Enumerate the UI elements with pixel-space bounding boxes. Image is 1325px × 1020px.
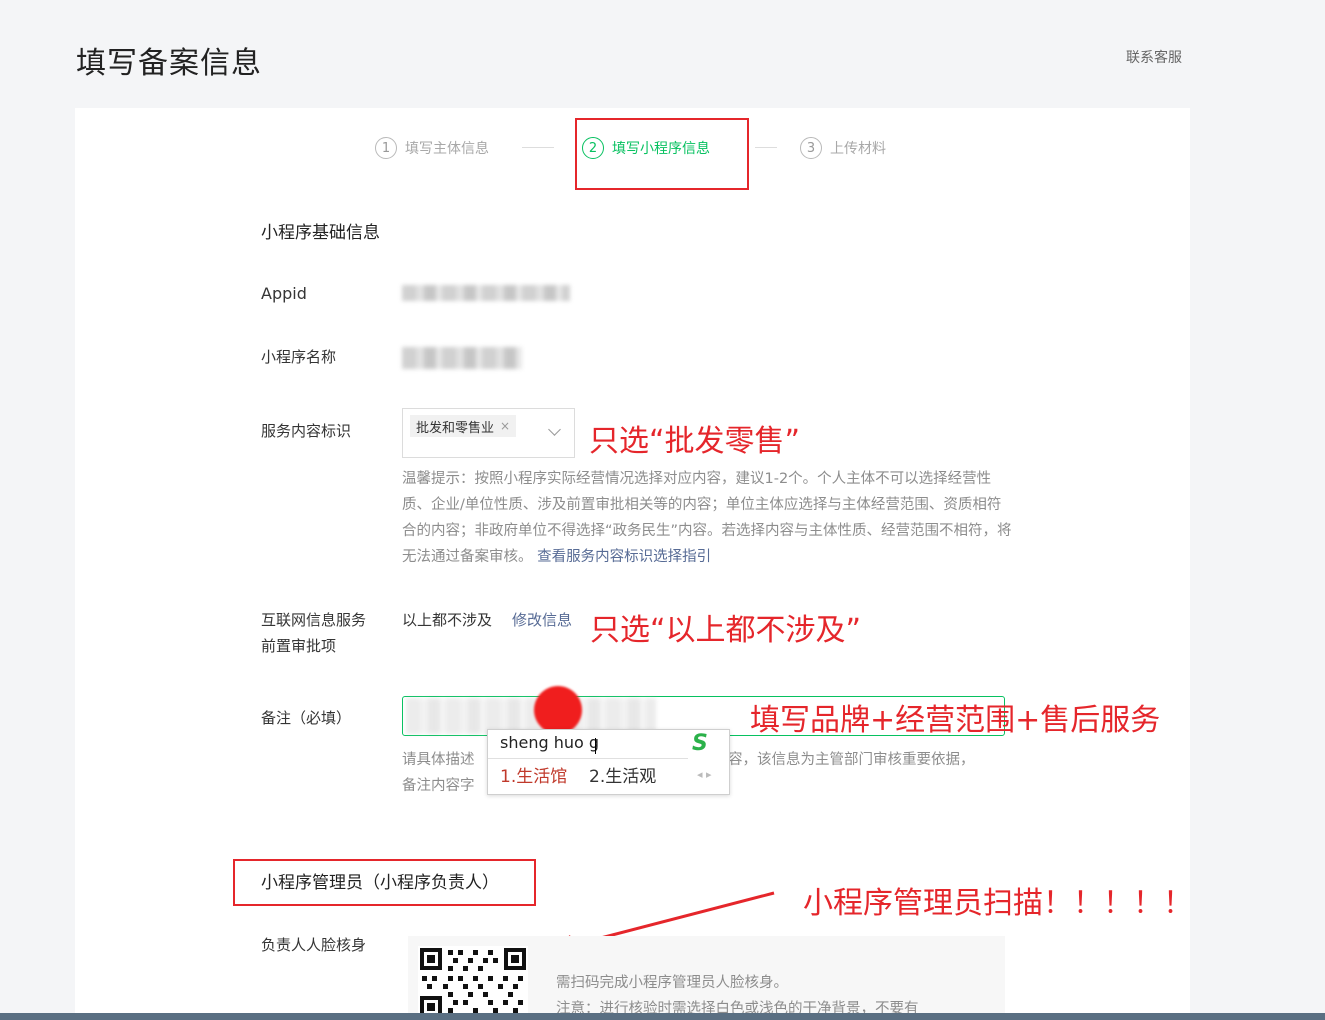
ime-divider <box>488 758 688 759</box>
step-3-label: 上传材料 <box>830 141 886 157</box>
service-label: 服务内容标识 <box>261 422 352 440</box>
remark-hint-line2: 备注内容字 <box>402 778 475 794</box>
remark-label: 备注（必填） <box>261 709 352 727</box>
red-dot-marker <box>534 686 582 734</box>
step-1: 1 填写主体信息 <box>375 136 489 160</box>
service-guide-link[interactable]: 查看服务内容标识选择指引 <box>537 549 711 565</box>
ime-page-arrows-icon[interactable]: ◂ ▸ <box>697 768 712 781</box>
close-icon[interactable]: × <box>500 419 510 433</box>
annotation-remark: 填写品牌+经营范围+售后服务 <box>750 703 1161 738</box>
step-3-number: 3 <box>800 137 822 159</box>
annotation-admin: 小程序管理员扫描！！！！！ <box>803 886 1193 921</box>
step-1-number: 1 <box>375 137 397 159</box>
name-value-redacted <box>402 347 522 369</box>
qr-code-image <box>418 946 528 1020</box>
highlight-box-admin <box>233 859 536 906</box>
step-3: 3 上传材料 <box>800 136 886 160</box>
text-caret <box>595 738 596 754</box>
internet-value: 以上都不涉及 <box>402 611 493 629</box>
appid-value-redacted <box>402 285 570 301</box>
qr-hint-line1: 需扫码完成小程序管理员人脸核身。 <box>556 975 788 991</box>
name-label: 小程序名称 <box>261 348 337 366</box>
internet-label-line2: 前置审批项 <box>261 637 337 655</box>
step-divider <box>522 147 554 148</box>
highlight-box-step <box>575 118 749 190</box>
internet-edit-link[interactable]: 修改信息 <box>512 607 572 633</box>
service-hint: 温馨提示：按照小程序实际经营情况选择对应内容，建议1-2个。个人主体不可以选择经… <box>402 466 1012 570</box>
remark-hint-start: 请具体描述 <box>402 752 475 768</box>
taskbar-edge <box>0 1013 1325 1020</box>
annotation-internet: 只选“以上都不涉及” <box>590 613 862 648</box>
ime-pinyin: sheng huo g <box>500 733 600 752</box>
appid-label: Appid <box>261 284 307 303</box>
service-tag-label: 批发和零售业 <box>416 420 495 436</box>
ime-candidate-1[interactable]: 1.生活馆 <box>500 762 567 787</box>
service-tag: 批发和零售业 × <box>410 415 517 437</box>
annotation-service: 只选“批发零售” <box>589 424 801 459</box>
ime-logo-icon: S <box>692 731 708 756</box>
step-divider <box>755 147 777 148</box>
internet-label-line1: 互联网信息服务 <box>261 611 367 629</box>
step-1-label: 填写主体信息 <box>405 141 489 157</box>
contact-support-link[interactable]: 联系客服 <box>1126 47 1182 67</box>
remark-hint-end: 容，该信息为主管部门审核重要依据， <box>728 752 975 768</box>
ime-candidate-2[interactable]: 2.生活观 <box>589 762 656 787</box>
section-title-basic: 小程序基础信息 <box>261 223 380 243</box>
face-verify-label: 负责人人脸核身 <box>261 936 367 954</box>
page-title: 填写备案信息 <box>76 46 262 81</box>
